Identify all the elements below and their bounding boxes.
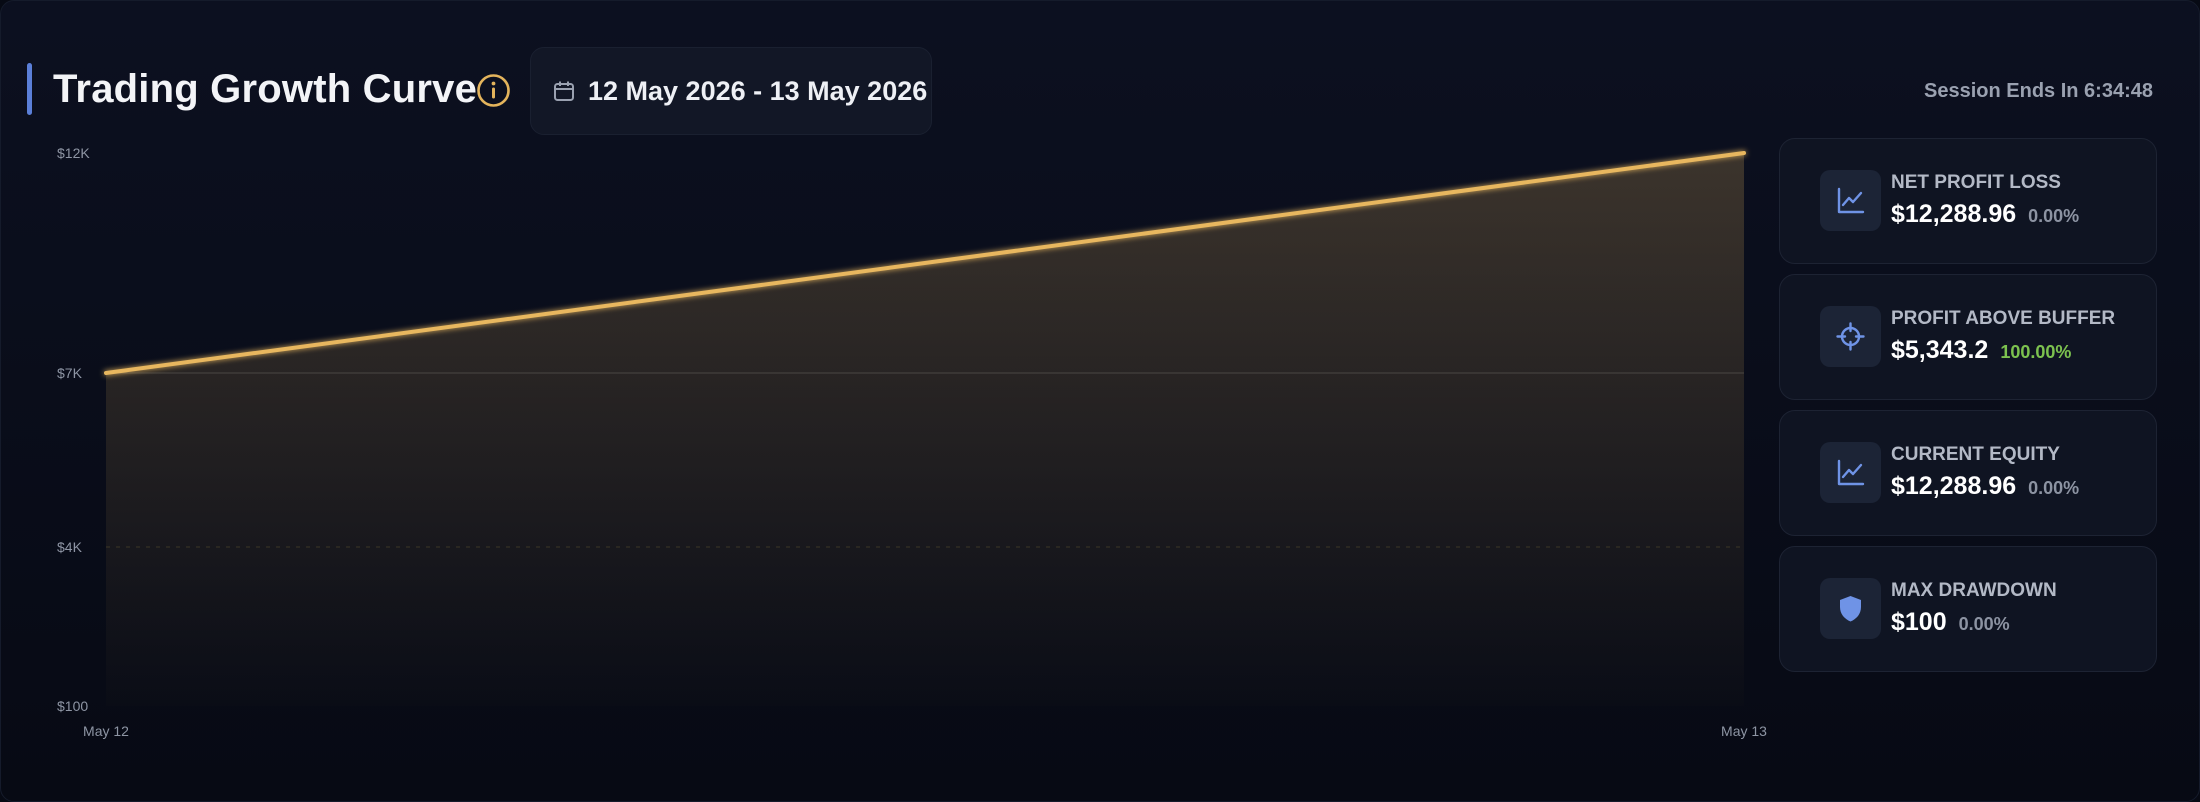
growth-chart: $12K $7K $4K $100 May 12 May 13 [57, 145, 1767, 739]
date-range-picker[interactable]: 12 May 2026 - 13 May 2026 [530, 47, 932, 135]
stat-value-row: $5,343.2 100.00% [1891, 335, 2071, 367]
stat-change: 0.00% [2028, 206, 2080, 226]
y-tick-label: $4K [57, 539, 83, 555]
stat-change: 100.00% [2000, 342, 2072, 362]
stat-card-max-drawdown: MAX DRAWDOWN $100 0.00% [1779, 546, 2157, 672]
stat-change: 0.00% [1958, 614, 2010, 634]
page-title: Trading Growth Curve [53, 67, 478, 111]
stat-card-net-profit-loss: NET PROFIT LOSS $12,288.96 0.00% [1779, 138, 2157, 264]
session-countdown: Session Ends In 6:34:48 [1924, 80, 2153, 102]
line-chart-icon [1820, 170, 1881, 231]
series-area [106, 153, 1744, 706]
y-tick-label: $100 [57, 698, 88, 714]
stat-value: $12,288.96 [1891, 200, 2017, 228]
stat-label: PROFIT ABOVE BUFFER [1891, 308, 2116, 329]
stat-value-row: $100 0.00% [1891, 607, 2010, 639]
x-tick-label: May 12 [83, 723, 129, 739]
stat-value: $12,288.96 [1891, 472, 2017, 500]
stat-change: 0.00% [2028, 478, 2080, 498]
x-tick-label: May 13 [1721, 723, 1767, 739]
shield-icon [1820, 578, 1881, 639]
date-range-text: 12 May 2026 - 13 May 2026 [588, 76, 928, 106]
crosshair-icon [1820, 306, 1881, 367]
stat-label: CURRENT EQUITY [1891, 444, 2060, 465]
stat-label: NET PROFIT LOSS [1891, 172, 2061, 193]
y-tick-label: $12K [57, 145, 90, 161]
info-icon[interactable] [476, 73, 511, 108]
stat-value-row: $12,288.96 0.00% [1891, 199, 2079, 231]
calendar-icon [554, 81, 574, 101]
trading-growth-panel: Trading Growth Curve 12 May 2026 - 13 Ma… [0, 0, 2200, 802]
y-tick-label: $7K [57, 365, 83, 381]
stat-value: $100 [1891, 608, 1947, 636]
title-accent-bar [27, 63, 32, 115]
line-chart-icon [1820, 442, 1881, 503]
stat-value: $5,343.2 [1891, 336, 1989, 364]
stat-label: MAX DRAWDOWN [1891, 580, 2057, 601]
stat-card-profit-above-buffer: PROFIT ABOVE BUFFER $5,343.2 100.00% [1779, 274, 2157, 400]
stat-card-current-equity: CURRENT EQUITY $12,288.96 0.00% [1779, 410, 2157, 536]
stat-value-row: $12,288.96 0.00% [1891, 471, 2079, 503]
